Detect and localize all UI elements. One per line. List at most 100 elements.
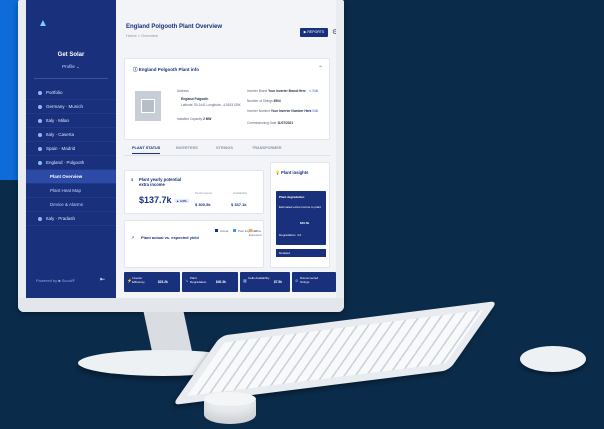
monitor-chin [18,298,344,312]
pin-icon [38,160,42,165]
inverter-number-field: Inverter Number Your Inverter Number Her… [247,109,312,113]
performance-label: Performance [195,191,213,195]
lightbulb-icon: 💡 [275,170,280,175]
address-line-2: Latitude: 50.3441 Longitude: -4.8183 GBK [181,103,241,107]
screen: ▲ Get Solar Profile ⌄ Portfolio Germany … [26,0,336,298]
actual-vs-expected-title: Plant actual vs. expected yield [141,235,199,240]
sidebar-item-polgooth[interactable]: England · Polgooth [26,156,116,170]
kpi-plant-degradation[interactable]: ↘ Plant Degradation $40.3k [182,272,238,292]
trend-down-icon: ↘ [185,278,189,283]
tab-transformer[interactable]: TRANSFORMER [252,146,282,150]
sidebar-item-label: Italy · Milan [46,118,70,123]
kpi-value: $7.5k [274,280,282,284]
capacity-field: Installed Capacity 2 MW [177,117,212,121]
detailed-button[interactable]: Detailed [276,249,326,257]
tab-plant-status[interactable]: PLANT STATUS [132,146,161,154]
sidebar-item-plant-heat-map[interactable]: Plant Heat Map [26,184,116,198]
potential-label: Plant yearly potential extra income [139,177,182,187]
address-label: Address [177,89,189,93]
commissioning-field: Commissioning Date 11/07/2021 [247,121,294,125]
plant-insights-card: 💡 Plant insights Plant degradation Estim… [270,162,330,268]
kpi-inverter-efficiency[interactable]: ⚡ Inverter Efficiency $23.2k [124,272,180,292]
degradation-title: Plant degradation [279,195,305,199]
image-icon [141,99,155,113]
kpi-label: Cells Availability [248,276,270,280]
keyboard [172,300,498,406]
plant-info-title: ⓘ England Polgooth Plant info [133,67,199,73]
availability-label: Availability [233,191,248,195]
legend-actual: Actual [215,229,228,233]
kpi-label: Inverter Efficiency [132,276,145,284]
sidebar-item-label: Italy · Pradash [46,216,76,221]
sidebar-item-madrid[interactable]: Spain · Madrid [26,142,116,156]
money-icon: $ [131,177,134,182]
edit-link[interactable]: ✎ Edit [309,89,318,93]
mouse [520,346,586,372]
pin-icon [38,146,42,151]
degradation-insight[interactable]: Plant degradation Estimated extra income… [276,191,326,245]
page-title: England Polgooth Plant Overview [126,24,223,30]
sidebar-nav: Portfolio Germany · Munich Italy · Milan… [26,86,116,226]
address-line-1: England Polgooth [181,97,209,101]
sidebar-item-milan[interactable]: Italy · Milan [26,114,116,128]
kpi-disconnected-strings[interactable]: ⊘ Disconnected Strings [292,272,336,292]
cup [204,392,256,424]
kpi-value: $23.2k [158,280,168,284]
sidebar-item-portfolio[interactable]: Portfolio [26,86,116,100]
reports-button[interactable]: ▶ REPORTS [300,28,328,37]
main-content: England Polgooth Plant Overview Home > O… [116,0,336,298]
org-name: Get Solar [57,52,85,58]
cell-icon: ▦ [243,278,247,283]
plant-info-card: ⓘ England Polgooth Plant info ⌃ Address … [124,58,330,140]
potential-badge: ▲ 4.0% [174,198,189,203]
sidebar: ▲ Get Solar Profile ⌄ Portfolio Germany … [26,0,116,298]
kpi-bar: ⚡ Inverter Efficiency $23.2k ↘ Plant Deg… [26,272,336,296]
sidebar-item-label: Device & Alarms [50,202,84,207]
chevron-up-icon[interactable]: ⌃ [318,65,323,72]
sidebar-item-label: Plant Heat Map [50,188,82,193]
sidebar-item-label: England · Polgooth [46,160,85,165]
edit-link-2[interactable]: ✎ Edit [309,109,318,113]
kpi-label: Plant Degradation [190,276,207,284]
sidebar-item-label: Plant Overview [50,174,83,179]
pin-icon [38,104,42,109]
insights-title: Plant insights [281,170,309,175]
kpi-value: $40.3k [216,280,226,284]
actual-vs-expected-card: ↗ Plant actual vs. expected yield Actual… [124,220,264,268]
sidebar-item-caserta[interactable]: Italy · Caserta [26,128,116,142]
sidebar-item-label: Spain · Madrid [46,146,76,151]
sidebar-divider [34,78,108,79]
legend-other-expected: Other Expected [249,229,262,237]
performance-value: $ 300.5k [195,202,211,207]
degradation-rate: Degradation: 4.6 [279,233,302,237]
chart-line-icon: ↗ [131,235,135,240]
kpi-label: Disconnected Strings [300,276,319,284]
cup-top [204,392,256,406]
grid-icon [38,90,42,95]
pin-icon [38,216,42,221]
pin-icon [38,118,42,123]
inverter-brand-field: Inverter Brand Your Inverter Brand Here [247,89,306,93]
plant-info-title-text: England Polgooth Plant info [138,67,200,72]
sidebar-item-label: Portfolio [46,90,63,95]
sidebar-item-pradash[interactable]: Italy · Pradash [26,212,116,226]
breadcrumb[interactable]: Home > Overview [126,33,158,38]
sidebar-item-label: Italy · Caserta [46,132,75,137]
plant-thumbnail [135,91,161,121]
sidebar-item-plant-overview[interactable]: Plant Overview [26,170,116,184]
app-logo-icon: ▲ [38,18,48,29]
profile-dropdown[interactable]: Profile ⌄ [26,64,116,70]
sidebar-item-label: Germany · Munich [46,104,84,109]
tab-strings[interactable]: STRINGS [216,146,233,150]
keyboard-keys [186,309,484,397]
monitor: ▲ Get Solar Profile ⌄ Portfolio Germany … [18,0,344,312]
sidebar-item-device-alarms[interactable]: Device & Alarms [26,198,116,212]
degradation-desc: Estimated extra income to plant [279,205,322,209]
gear-icon[interactable]: ⚙ [332,28,336,36]
potential-income-card: $ Plant yearly potential extra income $1… [124,170,264,214]
potential-value: $137.7k ▲ 4.0% [139,195,189,205]
tab-inverters[interactable]: INVERTERS [176,146,198,150]
kpi-cells-availability[interactable]: ▦ Cells Availability $7.5k [240,272,290,292]
sidebar-item-munich[interactable]: Germany · Munich [26,100,116,114]
degradation-value: $40.5k [300,221,310,225]
